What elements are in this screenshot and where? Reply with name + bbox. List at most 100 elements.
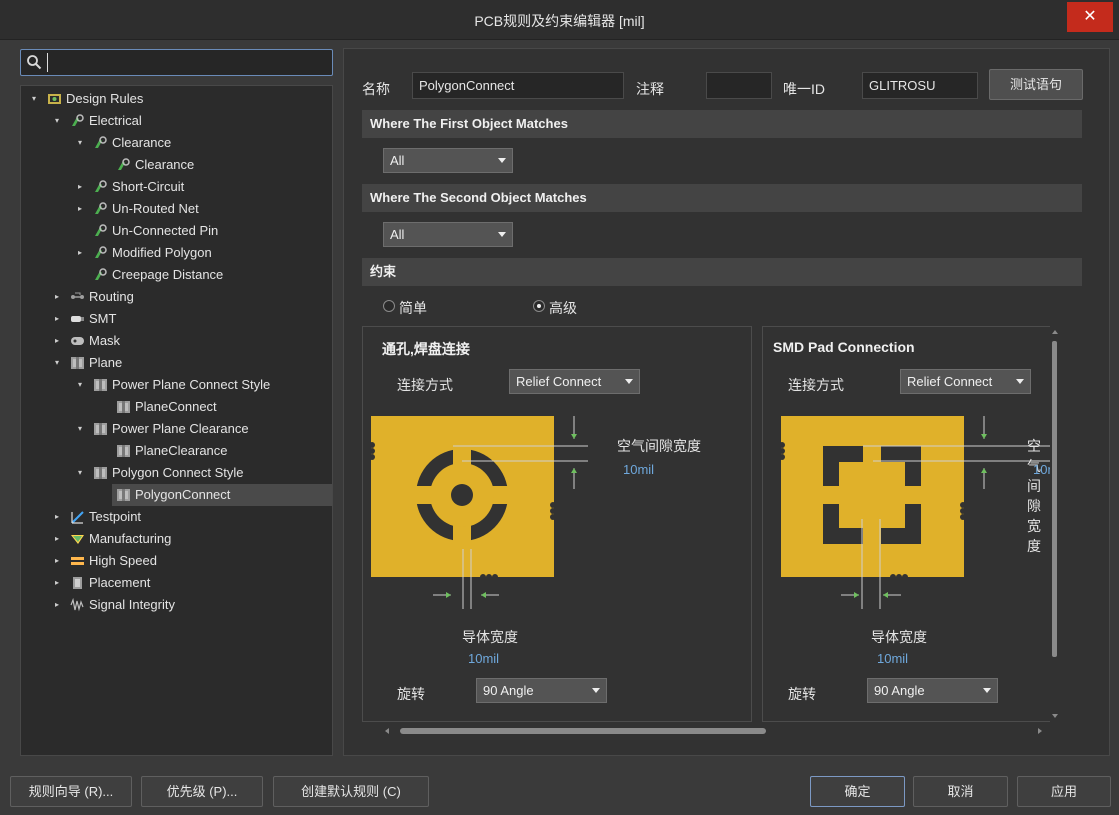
tree-item-design-rules[interactable]: ▾ Design Rules <box>21 88 332 110</box>
priorities-button[interactable]: 优先级 (P)... <box>141 776 263 807</box>
smt-icon <box>71 316 84 322</box>
expand-arrow-icon[interactable]: ▸ <box>52 506 62 528</box>
tree-item-label: Routing <box>89 289 134 304</box>
second-match-header: Where The Second Object Matches <box>362 184 1082 212</box>
tree-item-smt[interactable]: ▸ SMT <box>21 308 332 330</box>
via-conductor-width-value[interactable]: 10mil <box>468 651 499 666</box>
tree-item-label: Testpoint <box>89 509 142 524</box>
tree-item-power-plane-clearance[interactable]: ▾ Power Plane Clearance <box>21 418 332 440</box>
simple-mode-radio[interactable] <box>383 300 395 312</box>
expand-arrow-icon[interactable]: ▸ <box>52 572 62 594</box>
tree-item-short-circuit[interactable]: ▸ Short-Circuit <box>21 176 332 198</box>
expand-arrow-icon[interactable]: ▸ <box>52 308 62 330</box>
expand-arrow-icon[interactable]: ▸ <box>52 550 62 572</box>
constraints-vertical-scrollbar[interactable] <box>1050 329 1060 721</box>
collapse-arrow-icon[interactable]: ▾ <box>75 132 85 154</box>
tree-item-label: Creepage Distance <box>112 267 224 282</box>
cancel-button[interactable]: 取消 <box>913 776 1008 807</box>
collapse-arrow-icon[interactable]: ▾ <box>75 462 85 484</box>
search-box[interactable] <box>20 49 333 76</box>
via-hole <box>451 484 473 506</box>
smd-air-gap-value[interactable]: 10mil <box>1033 462 1050 477</box>
first-match-dropdown[interactable]: All <box>383 148 513 173</box>
ok-button[interactable]: 确定 <box>810 776 905 807</box>
tree-item-clearance[interactable]: Clearance <box>21 154 332 176</box>
plane-icon <box>94 467 107 479</box>
expand-arrow-icon[interactable]: ▸ <box>52 528 62 550</box>
tree-item-un-connected-pin[interactable]: Un-Connected Pin <box>21 220 332 242</box>
via-air-gap-value[interactable]: 10mil <box>623 462 654 477</box>
tree-item-testpoint[interactable]: ▸ Testpoint <box>21 506 332 528</box>
smd-connect-style-value: Relief Connect <box>907 374 993 389</box>
expand-arrow-icon[interactable]: ▸ <box>75 198 85 220</box>
second-match-value: All <box>390 227 405 242</box>
tree-item-label: Un-Routed Net <box>112 201 199 216</box>
horizontal-scroll-thumb[interactable] <box>400 728 766 734</box>
collapse-arrow-icon[interactable]: ▾ <box>75 374 85 396</box>
apply-button[interactable]: 应用 <box>1017 776 1111 807</box>
tree-item-polygon-connect-style[interactable]: ▾ Polygon Connect Style <box>21 462 332 484</box>
tree-item-label: Clearance <box>135 157 195 172</box>
scroll-left-icon[interactable] <box>384 727 390 735</box>
scroll-down-icon[interactable] <box>1051 713 1059 719</box>
smd-pad <box>839 462 905 528</box>
tree-item-mask[interactable]: ▸ Mask <box>21 330 332 352</box>
smd-conductor-width-value[interactable]: 10mil <box>877 651 908 666</box>
high-speed-icon <box>71 557 84 565</box>
advanced-mode-label: 高级 <box>549 300 577 316</box>
via-rotation-dropdown[interactable]: 90 Angle <box>476 678 607 703</box>
expand-arrow-icon[interactable]: ▸ <box>52 594 62 616</box>
collapse-arrow-icon[interactable]: ▾ <box>52 352 62 374</box>
via-connect-style-dropdown[interactable]: Relief Connect <box>509 369 640 394</box>
tree-item-polygonconnect[interactable]: PolygonConnect <box>112 484 332 506</box>
chevron-down-icon <box>592 688 600 693</box>
tree-item-power-plane-connect-style[interactable]: ▾ Power Plane Connect Style <box>21 374 332 396</box>
tree-item-clearance[interactable]: ▾ Clearance <box>21 132 332 154</box>
tree-item-placement[interactable]: ▸ Placement <box>21 572 332 594</box>
via-pad-connection-panel: 通孔,焊盘连接 连接方式 Relief Connect 空气间隙宽度 10mil… <box>362 326 752 722</box>
expand-arrow-icon[interactable]: ▸ <box>52 330 62 352</box>
tree-item-creepage-distance[interactable]: Creepage Distance <box>21 264 332 286</box>
simple-mode-label: 简单 <box>399 300 427 316</box>
tree-item-plane[interactable]: ▾ Plane <box>21 352 332 374</box>
expand-arrow-icon[interactable]: ▸ <box>75 176 85 198</box>
constraints-header: 约束 <box>362 258 1082 286</box>
tree-item-manufacturing[interactable]: ▸ Manufacturing <box>21 528 332 550</box>
uid-field[interactable]: GLITROSU <box>862 72 978 99</box>
collapse-arrow-icon[interactable]: ▾ <box>29 88 39 110</box>
second-match-dropdown[interactable]: All <box>383 222 513 247</box>
tree-item-un-routed-net[interactable]: ▸ Un-Routed Net <box>21 198 332 220</box>
tree-item-electrical[interactable]: ▾ Electrical <box>21 110 332 132</box>
rule-wizard-button[interactable]: 规则向导 (R)... <box>10 776 132 807</box>
tree-item-signal-integrity[interactable]: ▸ Signal Integrity <box>21 594 332 616</box>
scroll-right-icon[interactable] <box>1037 727 1043 735</box>
tree-item-planeclearance[interactable]: PlaneClearance <box>21 440 332 462</box>
test-query-button[interactable]: 测试语句 <box>989 69 1083 100</box>
comment-field[interactable] <box>706 72 772 99</box>
vertical-scroll-thumb[interactable] <box>1052 341 1057 657</box>
name-field[interactable]: PolygonConnect <box>412 72 624 99</box>
expand-arrow-icon[interactable]: ▸ <box>52 286 62 308</box>
plane-icon <box>117 401 130 413</box>
plane-icon <box>94 379 107 391</box>
scroll-up-icon[interactable] <box>1051 329 1059 335</box>
close-button[interactable]: ✕ <box>1067 2 1113 32</box>
tree-item-planeconnect[interactable]: PlaneConnect <box>21 396 332 418</box>
tree-item-label: Power Plane Clearance <box>112 421 249 436</box>
tree-item-modified-polygon[interactable]: ▸ Modified Polygon <box>21 242 332 264</box>
chevron-down-icon <box>498 158 506 163</box>
tree-item-routing[interactable]: ▸ Routing <box>21 286 332 308</box>
smd-rotation-dropdown[interactable]: 90 Angle <box>867 678 998 703</box>
tree-item-label: Short-Circuit <box>112 179 185 194</box>
constraints-horizontal-scrollbar[interactable] <box>382 725 1048 737</box>
smd-connect-style-dropdown[interactable]: Relief Connect <box>900 369 1031 394</box>
tree-item-high-speed[interactable]: ▸ High Speed <box>21 550 332 572</box>
expand-arrow-icon[interactable]: ▸ <box>75 242 85 264</box>
collapse-arrow-icon[interactable]: ▾ <box>75 418 85 440</box>
tree-item-label: Polygon Connect Style <box>112 465 244 480</box>
chevron-down-icon <box>983 688 991 693</box>
advanced-mode-radio[interactable] <box>533 300 545 312</box>
search-input[interactable] <box>47 53 327 72</box>
create-default-rules-button[interactable]: 创建默认规则 (C) <box>273 776 429 807</box>
collapse-arrow-icon[interactable]: ▾ <box>52 110 62 132</box>
